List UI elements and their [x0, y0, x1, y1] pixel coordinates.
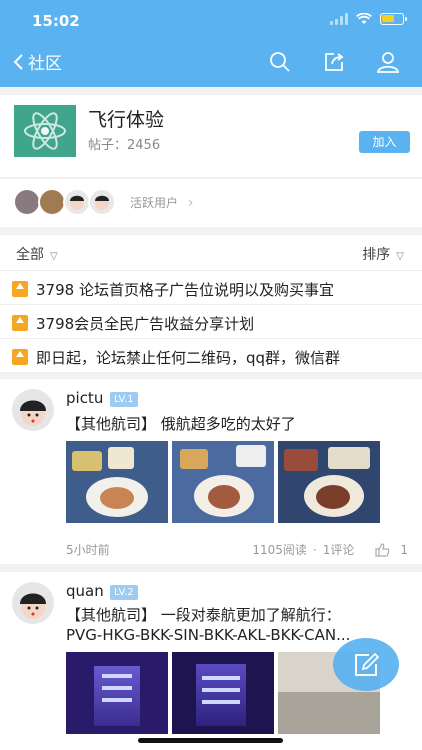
- filter-all-dropdown[interactable]: 全部 ▽: [16, 244, 58, 264]
- post-author[interactable]: quan: [66, 582, 104, 600]
- separator-dot: ·: [312, 542, 317, 557]
- battery-icon: [380, 13, 407, 25]
- filter-all-label: 全部: [16, 247, 44, 263]
- post-image[interactable]: [66, 441, 168, 523]
- chevron-left-icon: [13, 53, 23, 70]
- avatar[interactable]: [12, 389, 54, 431]
- top-bar: 15:02 社区: [0, 0, 422, 87]
- chevron-down-icon: ▽: [396, 251, 404, 262]
- chevron-down-icon: ▽: [50, 251, 58, 262]
- forum-post-count: 帖子：2456: [88, 134, 160, 153]
- compose-icon: [355, 652, 380, 676]
- avatar: [38, 188, 66, 216]
- pinned-title: 即日起，论坛禁止任何二维码，qq群，微信群: [36, 349, 341, 367]
- post-time: 5小时前: [66, 543, 110, 557]
- forum-header: 飞行体验 帖子：2456 加入: [0, 95, 422, 177]
- avatar: [88, 188, 116, 216]
- forum-logo: [14, 105, 76, 157]
- status-icons: [330, 13, 407, 25]
- pinned-post[interactable]: 3798会员全民广告收益分享计划: [0, 305, 422, 339]
- posts-count: 2456: [127, 138, 161, 153]
- post-image[interactable]: [172, 441, 274, 523]
- pin-icon: [12, 349, 28, 365]
- pinned-title: 3798 论坛首页格子广告位说明以及购买事宜: [36, 281, 334, 299]
- avatar[interactable]: [12, 582, 54, 624]
- read-count: 1105阅读: [252, 543, 307, 557]
- post-title: 【其他航司】 一段对泰航更加了解航行：: [66, 606, 341, 624]
- search-icon[interactable]: [268, 50, 292, 74]
- active-users-row[interactable]: 活跃用户 ›: [0, 179, 422, 227]
- sort-dropdown[interactable]: 排序 ▽: [362, 244, 404, 264]
- comment-count: 1评论: [322, 543, 355, 557]
- chevron-right-icon: ›: [187, 195, 194, 211]
- avatar: [63, 188, 91, 216]
- post-image[interactable]: [172, 652, 274, 734]
- home-indicator: [138, 738, 283, 743]
- signal-icon: [330, 13, 348, 25]
- post-title: 【其他航司】 俄航超多吃的太好了: [66, 415, 296, 433]
- pinned-post[interactable]: 3798 论坛首页格子广告位说明以及购买事宜: [0, 271, 422, 305]
- post-stats: 1105阅读 · 1评论 1: [252, 541, 408, 558]
- like-count: 1: [400, 542, 408, 557]
- wifi-icon: [356, 13, 372, 24]
- post-author[interactable]: pictu: [66, 389, 103, 407]
- back-label: 社区: [28, 54, 62, 74]
- nav-actions: [268, 50, 400, 74]
- join-button[interactable]: 加入: [359, 131, 410, 153]
- active-user-avatars: [13, 188, 116, 216]
- back-button[interactable]: 社区: [12, 49, 62, 74]
- share-icon[interactable]: [322, 50, 346, 74]
- post-image[interactable]: [66, 652, 168, 734]
- filter-bar: 全部 ▽ 排序 ▽: [0, 235, 422, 271]
- avatar: [13, 188, 41, 216]
- post-images: [66, 441, 380, 523]
- level-badge: LV.2: [110, 585, 138, 600]
- post-image[interactable]: [278, 441, 380, 523]
- pin-icon: [12, 315, 28, 331]
- posts-label: 帖子：: [88, 138, 128, 153]
- active-users-text: 活跃用户: [130, 196, 179, 210]
- forum-title: 飞行体验: [88, 109, 165, 131]
- user-icon[interactable]: [376, 50, 400, 74]
- thumbs-up-icon[interactable]: [374, 542, 390, 558]
- pinned-title: 3798会员全民广告收益分享计划: [36, 315, 255, 333]
- atom-icon: [24, 112, 66, 150]
- status-time: 15:02: [32, 12, 80, 30]
- pinned-post[interactable]: 即日起，论坛禁止任何二维码，qq群，微信群: [0, 339, 422, 373]
- post-card[interactable]: pictu LV.1 【其他航司】 俄航超多吃的太好了 5小时前 1105阅读 …: [0, 379, 422, 564]
- active-users-label: 活跃用户 ›: [130, 194, 193, 211]
- level-badge: LV.1: [110, 392, 138, 407]
- sort-label: 排序: [362, 247, 391, 263]
- post-title-line2: PVG-HKG-BKK-SIN-BKK-AKL-BKK-CAN...: [66, 626, 351, 644]
- compose-button[interactable]: [333, 638, 399, 691]
- pin-icon: [12, 281, 28, 297]
